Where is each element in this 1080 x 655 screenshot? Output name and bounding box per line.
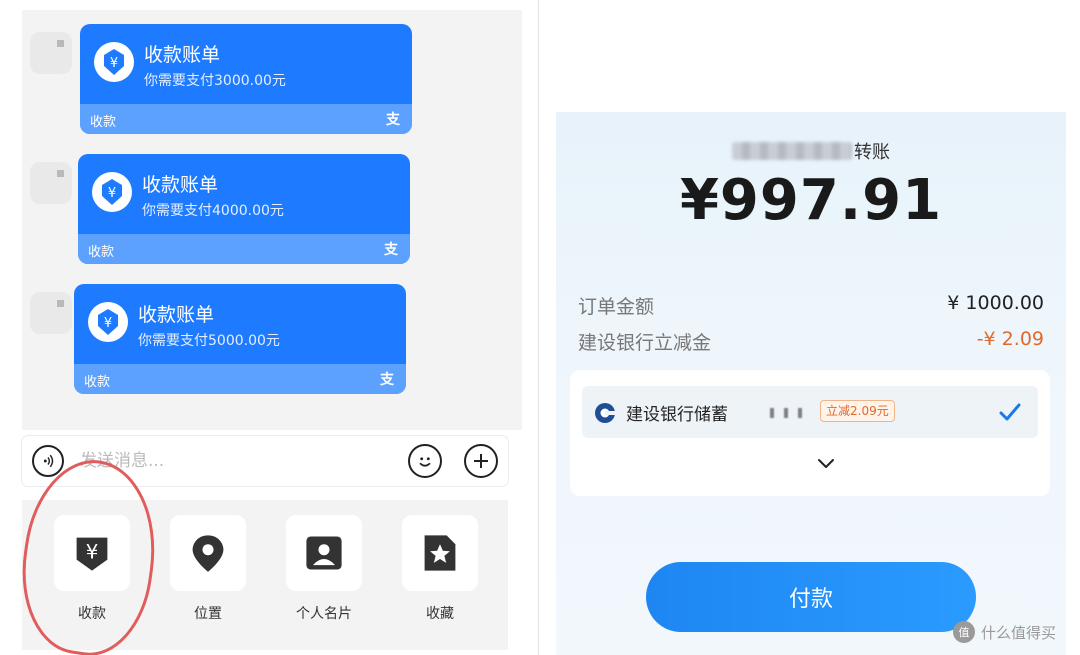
tool-label: 收款 [78,606,106,622]
order-amount-label: 订单金额 [578,296,655,318]
emoji-icon[interactable] [408,444,442,478]
card-body: ¥ 收款账单 你需要支付3000.00元 [80,24,412,104]
payee-suffix: 转账 [854,142,890,163]
order-amount-value: ¥ 1000.00 [947,292,1044,314]
chat-screen: ¥ 收款账单 你需要支付3000.00元 收款 支 ¥ 收款账单 你需要支付40… [0,0,522,655]
tool-location[interactable]: 位置 [170,515,246,623]
bill-subtitle: 你需要支付5000.00元 [138,333,280,349]
alipay-icon: 支 [380,372,394,388]
check-icon [999,403,1021,421]
contact-card-icon [306,536,342,570]
divider [538,0,539,655]
location-pin-icon [192,535,224,572]
contact-avatar[interactable] [30,292,72,334]
svg-text:¥: ¥ [86,541,99,564]
voice-icon[interactable] [32,445,64,477]
payment-request-card[interactable]: ¥ 收款账单 你需要支付4000.00元 收款 支 [78,154,410,264]
bill-subtitle: 你需要支付4000.00元 [142,203,284,219]
payment-method-card: 建设银行储蓄 立减2.09元 [570,370,1050,496]
bill-title: 收款账单 [138,304,215,326]
card-number-redacted [770,408,810,418]
plus-icon[interactable] [464,444,498,478]
payment-method-option[interactable]: 建设银行储蓄 立减2.09元 [582,386,1038,438]
tool-panel: ¥ 收款 位置 个人名片 收藏 [22,500,508,650]
card-footer: 收款 支 [80,104,412,134]
receive-yuan-icon: ¥ [94,42,134,82]
card-footer: 收款 支 [74,364,406,394]
tool-receive-money[interactable]: ¥ 收款 [54,515,130,623]
bill-title: 收款账单 [144,44,221,66]
payee-line: 转账 [556,138,1066,164]
contact-avatar[interactable] [30,32,72,74]
pay-button[interactable]: 付款 [646,562,976,632]
payment-request-card[interactable]: ¥ 收款账单 你需要支付5000.00元 收款 支 [74,284,406,394]
payment-request-card[interactable]: ¥ 收款账单 你需要支付3000.00元 收款 支 [80,24,412,134]
tool-contact-card[interactable]: 个人名片 [286,515,362,623]
tool-label: 个人名片 [296,606,352,622]
bill-footer-label: 收款 [88,245,115,260]
card-footer: 收款 支 [78,234,410,264]
tool-tile [286,515,362,591]
bill-footer-label: 收款 [90,115,117,130]
tool-tile [402,515,478,591]
yuan-icon: ¥ [76,537,108,571]
tool-label: 位置 [194,606,222,622]
receive-yuan-icon: ¥ [88,302,128,342]
discount-label: 建设银行立减金 [578,332,712,354]
alipay-icon: 支 [386,112,400,128]
card-body: ¥ 收款账单 你需要支付5000.00元 [74,284,406,364]
svg-text:¥: ¥ [108,186,116,201]
watermark-text: 什么值得买 [980,623,1056,642]
message-input[interactable] [80,448,380,474]
svg-text:¥: ¥ [110,56,118,71]
receive-yuan-icon: ¥ [92,172,132,212]
bill-subtitle: 你需要支付3000.00元 [144,73,286,89]
chevron-down-icon[interactable] [816,456,836,470]
watermark-logo-icon: 值 [952,621,975,643]
alipay-icon: 支 [384,242,398,258]
contact-avatar[interactable] [30,162,72,204]
payment-amount: ¥997.91 [679,168,943,233]
message-input-bar [22,436,508,486]
promo-badge: 立减2.09元 [820,400,895,422]
card-body: ¥ 收款账单 你需要支付4000.00元 [78,154,410,234]
chat-area: ¥ 收款账单 你需要支付3000.00元 收款 支 ¥ 收款账单 你需要支付40… [22,10,522,430]
tool-tile [170,515,246,591]
tool-favorites[interactable]: 收藏 [402,515,478,623]
tool-label: 收藏 [426,606,454,622]
favorite-star-icon [424,535,456,571]
bank-name: 建设银行储蓄 [626,405,728,425]
watermark: 值 什么值得买 [952,621,1056,643]
ccb-bank-icon [595,403,615,423]
discount-value: -¥ 2.09 [976,328,1044,350]
payment-confirm-screen: 转账 ¥997.91 订单金额 ¥ 1000.00 建设银行立减金 -¥ 2.0… [556,112,1066,655]
tool-tile: ¥ [54,515,130,591]
svg-text:¥: ¥ [104,316,112,331]
bill-title: 收款账单 [142,174,219,196]
payee-name-redacted [732,142,852,160]
bill-footer-label: 收款 [84,375,111,390]
